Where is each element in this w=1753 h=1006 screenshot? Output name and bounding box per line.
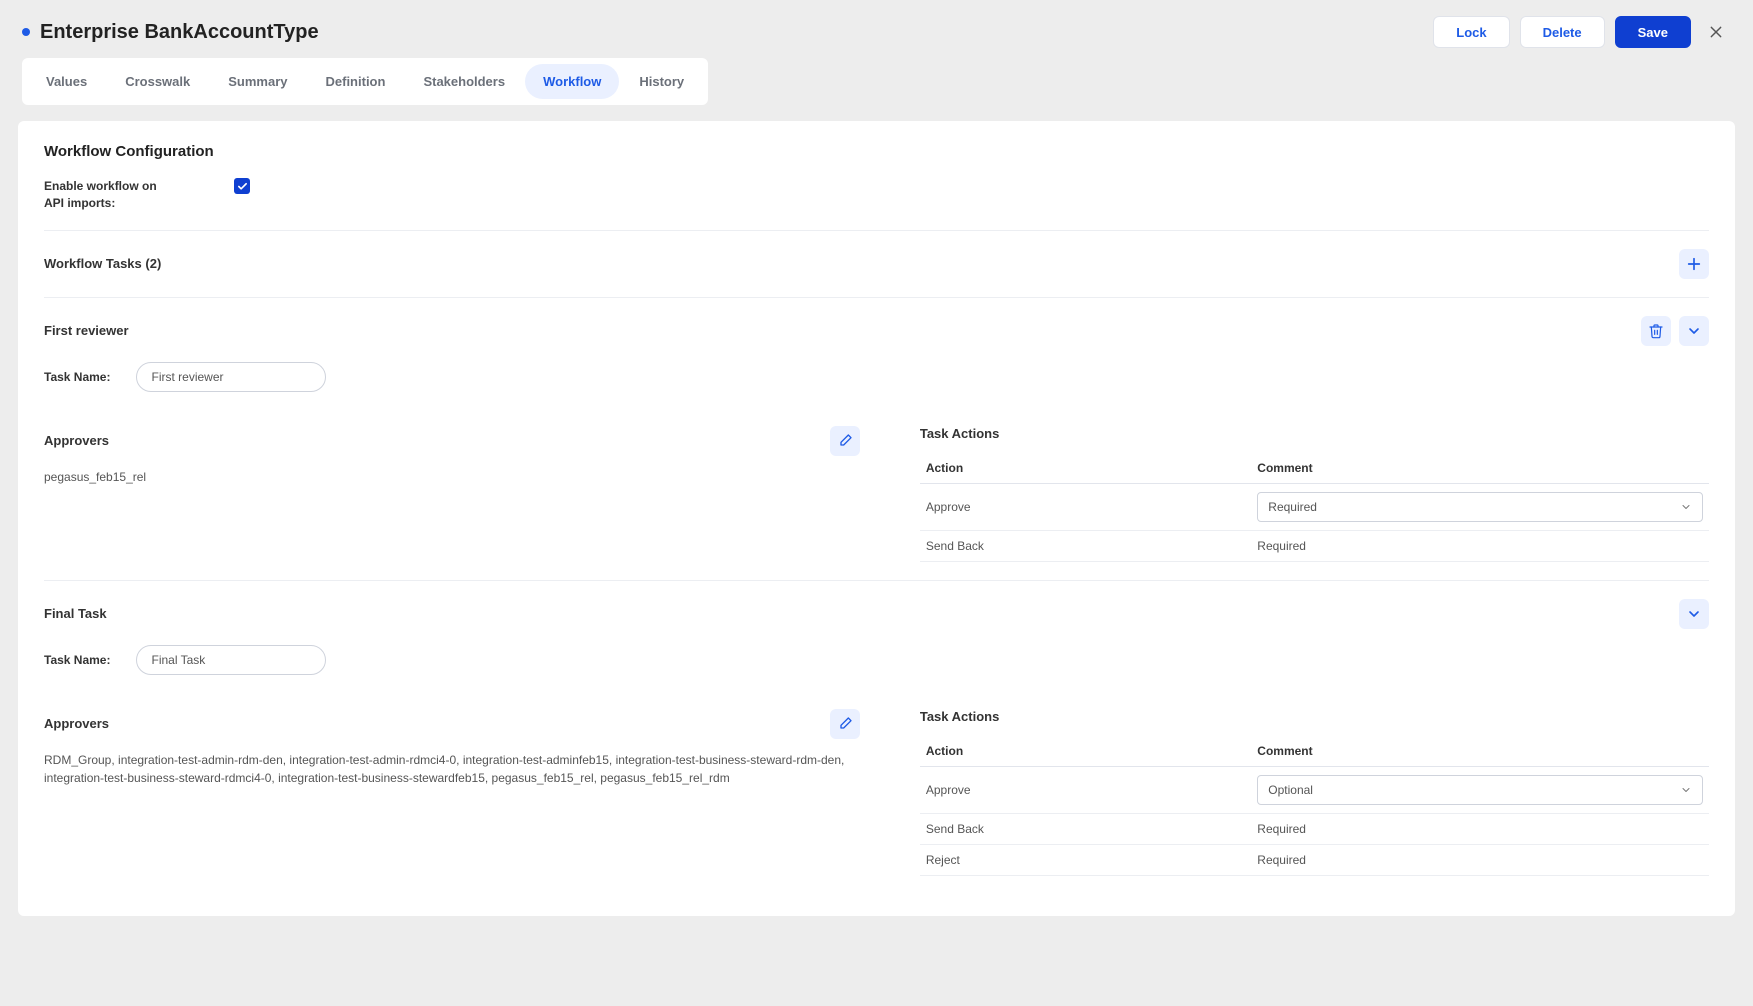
column-comment: Comment [1251,736,1709,767]
tab-history[interactable]: History [621,64,702,99]
task-action-row: Send Back Required [920,530,1709,561]
enable-workflow-checkbox[interactable] [234,178,250,194]
tab-stakeholders[interactable]: Stakeholders [405,64,523,99]
comment-value: Required [1257,853,1306,867]
task-title: First reviewer [44,323,129,338]
section-title: Workflow Configuration [44,143,1709,160]
task-name-input[interactable] [136,645,326,675]
comment-value: Required [1257,822,1306,836]
delete-button[interactable]: Delete [1520,16,1605,48]
divider [44,580,1709,581]
task-actions-heading: Task Actions [920,709,999,724]
task-title: Final Task [44,606,107,621]
page-title: Enterprise BankAccountType [40,21,319,44]
divider [44,297,1709,298]
delete-task-button[interactable] [1641,316,1671,346]
column-action: Action [920,453,1251,484]
comment-select[interactable]: Required [1257,492,1703,522]
column-comment: Comment [1251,453,1709,484]
save-button[interactable]: Save [1615,16,1691,48]
comment-value: Required [1257,539,1306,553]
task-actions-table: Action Comment Approve Required Send Bac… [920,453,1709,562]
comment-select[interactable]: Optional [1257,775,1703,805]
action-name: Send Back [920,530,1251,561]
task-action-row: Approve Required [920,483,1709,530]
task-action-row: Approve Optional [920,766,1709,813]
action-name: Send Back [920,813,1251,844]
lock-button[interactable]: Lock [1433,16,1509,48]
unsaved-indicator [22,28,30,36]
close-icon[interactable] [1701,17,1731,47]
tab-crosswalk[interactable]: Crosswalk [107,64,208,99]
action-name: Reject [920,844,1251,875]
action-name: Approve [920,483,1251,530]
approvers-heading: Approvers [44,433,109,448]
task-name-label: Task Name: [44,370,110,384]
task-actions-heading: Task Actions [920,426,999,441]
tab-workflow[interactable]: Workflow [525,64,619,99]
enable-workflow-label: Enable workflow on API imports: [44,178,174,212]
collapse-task-button[interactable] [1679,316,1709,346]
column-action: Action [920,736,1251,767]
tab-strip: ValuesCrosswalkSummaryDefinitionStakehol… [22,58,708,105]
action-name: Approve [920,766,1251,813]
task-action-row: Send Back Required [920,813,1709,844]
task-name-label: Task Name: [44,653,110,667]
approvers-list: pegasus_feb15_rel [44,468,860,486]
edit-approvers-button[interactable] [830,426,860,456]
workflow-tasks-heading: Workflow Tasks (2) [44,256,161,271]
task-name-input[interactable] [136,362,326,392]
divider [44,230,1709,231]
add-task-button[interactable] [1679,249,1709,279]
approvers-heading: Approvers [44,716,109,731]
collapse-task-button[interactable] [1679,599,1709,629]
tab-definition[interactable]: Definition [308,64,404,99]
task-action-row: Reject Required [920,844,1709,875]
approvers-list: RDM_Group, integration-test-admin-rdm-de… [44,751,860,787]
tab-values[interactable]: Values [28,64,105,99]
tab-summary[interactable]: Summary [210,64,305,99]
task-actions-table: Action Comment Approve Optional Send Bac… [920,736,1709,876]
edit-approvers-button[interactable] [830,709,860,739]
